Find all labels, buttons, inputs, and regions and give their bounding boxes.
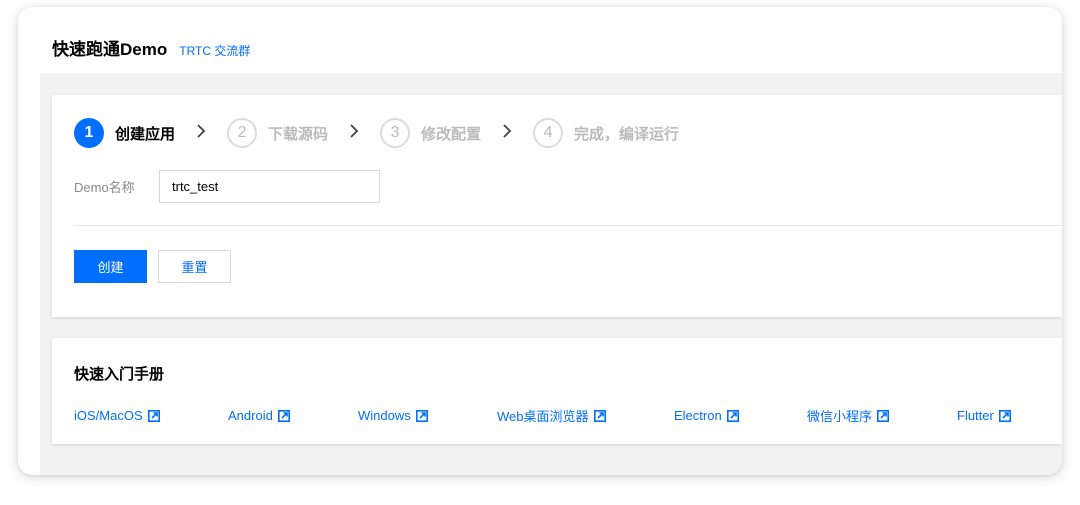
demo-name-row: Demo名称 xyxy=(74,170,380,203)
external-link-icon xyxy=(593,409,606,422)
manual-link-windows[interactable]: Windows xyxy=(358,408,497,423)
create-button[interactable]: 创建 xyxy=(74,250,147,283)
step-1-number: 1 xyxy=(74,118,104,148)
step-2: 2 下载源码 xyxy=(227,118,328,148)
manual-link-web[interactable]: Web桌面浏览器 xyxy=(497,406,674,425)
trtc-group-link[interactable]: TRTC 交流群 xyxy=(179,42,250,59)
demo-name-label: Demo名称 xyxy=(74,180,135,195)
create-app-panel: 1 创建应用 2 下载源码 3 修改配置 4 完成，编译运行 Demo名称 tr… xyxy=(52,95,1062,317)
page-title: 快速跑通Demo xyxy=(52,40,168,59)
external-link-icon xyxy=(415,409,428,422)
chevron-right-icon xyxy=(331,123,377,144)
manual-link-miniprogram[interactable]: 微信小程序 xyxy=(807,406,957,425)
step-3-label: 修改配置 xyxy=(421,125,482,143)
step-4-label: 完成，编译运行 xyxy=(574,125,680,143)
demo-name-input[interactable] xyxy=(159,170,380,203)
chevron-right-icon xyxy=(484,123,530,144)
content-area: 1 创建应用 2 下载源码 3 修改配置 4 完成，编译运行 Demo名称 tr… xyxy=(40,73,1062,475)
manual-link-label: iOS/MacOS xyxy=(74,408,143,423)
external-link-icon xyxy=(147,409,160,422)
step-4: 4 完成，编译运行 xyxy=(533,118,679,148)
step-2-number: 2 xyxy=(227,118,258,148)
manual-links: iOS/MacOS Android Windows Web桌面浏览器 Elect… xyxy=(74,406,1011,425)
quickstart-manual-panel: 快速入门手册 iOS/MacOS Android Windows Web桌面浏览… xyxy=(52,338,1062,444)
external-link-icon xyxy=(877,409,890,422)
manual-link-label: Electron xyxy=(674,408,722,423)
manual-link-android[interactable]: Android xyxy=(228,408,358,423)
chevron-right-icon xyxy=(178,123,224,144)
external-link-icon xyxy=(277,409,290,422)
step-3: 3 修改配置 xyxy=(380,118,481,148)
manual-link-label: Windows xyxy=(358,408,411,423)
manual-link-flutter[interactable]: Flutter xyxy=(957,408,1011,423)
step-1: 1 创建应用 xyxy=(74,118,175,148)
reset-button[interactable]: 重置 xyxy=(158,250,231,283)
manual-link-label: Flutter xyxy=(957,408,994,423)
step-3-number: 3 xyxy=(380,118,411,148)
page-header: 快速跑通Demo TRTC 交流群 xyxy=(52,35,250,60)
manual-link-label: Web桌面浏览器 xyxy=(497,409,589,424)
manual-link-label: 微信小程序 xyxy=(807,409,873,424)
manual-link-electron[interactable]: Electron xyxy=(674,408,807,423)
step-2-label: 下载源码 xyxy=(268,125,329,143)
external-link-icon xyxy=(726,409,739,422)
external-link-icon xyxy=(998,409,1011,422)
manual-link-label: Android xyxy=(228,408,273,423)
step-4-number: 4 xyxy=(533,118,564,148)
divider xyxy=(74,225,1062,226)
demo-card: 快速跑通Demo TRTC 交流群 1 创建应用 2 下载源码 3 修改配置 4… xyxy=(18,7,1062,475)
manual-title: 快速入门手册 xyxy=(74,366,165,383)
stepper: 1 创建应用 2 下载源码 3 修改配置 4 完成，编译运行 xyxy=(74,118,679,148)
step-1-label: 创建应用 xyxy=(115,125,176,143)
manual-link-ios[interactable]: iOS/MacOS xyxy=(74,408,228,423)
form-actions: 创建 重置 xyxy=(74,250,231,283)
